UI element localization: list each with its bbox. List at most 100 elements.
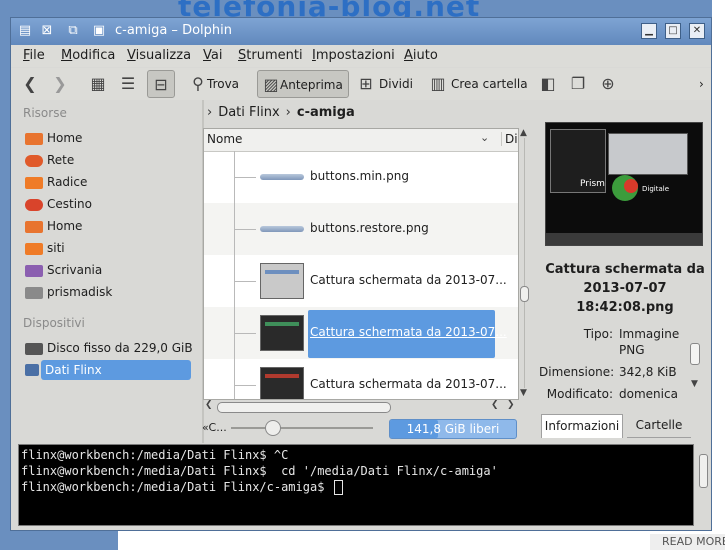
- forward-arrow-icon: ❯: [53, 74, 67, 93]
- menu-strumenti[interactable]: Strumenti: [238, 48, 303, 64]
- scroll-thumb[interactable]: [699, 454, 708, 488]
- column-name-header[interactable]: Nome: [207, 132, 242, 146]
- forward-button[interactable]: ❯: [51, 70, 69, 98]
- folder-app-icon: ▣: [92, 23, 106, 38]
- search-button[interactable]: ⚲ Trova: [189, 70, 239, 98]
- file-row[interactable]: buttons.restore.png: [204, 203, 518, 255]
- scroll-down-icon[interactable]: ▼: [691, 379, 698, 389]
- menu-vai[interactable]: Vai: [203, 48, 222, 64]
- preview-logo-inner: [624, 179, 638, 193]
- section-dispositivi: Dispositivi: [23, 316, 85, 330]
- file-row[interactable]: Cattura schermata da 2013-07...: [204, 359, 518, 399]
- place-prismadisk[interactable]: prismadisk: [19, 282, 193, 302]
- split-button[interactable]: ⊞ Dividi: [357, 70, 413, 98]
- new-folder-label: Crea cartella: [451, 77, 528, 91]
- breadcrumb-root-arrow[interactable]: ›: [207, 105, 212, 120]
- desktop-icon[interactable]: ⧉: [65, 23, 81, 39]
- sort-down-icon[interactable]: ⌄: [480, 131, 489, 144]
- file-list-vscrollbar[interactable]: ▲ ▼: [518, 128, 530, 400]
- zoom-slider[interactable]: [231, 427, 373, 429]
- tree-branch: [234, 333, 256, 334]
- place-home[interactable]: Home: [19, 128, 193, 148]
- place-scrivania[interactable]: Scrivania: [19, 260, 193, 280]
- tab-informazioni[interactable]: Informazioni: [541, 414, 623, 438]
- minimize-button[interactable]: ▁: [641, 23, 657, 39]
- file-thumbnail: [260, 174, 304, 180]
- info-scrollbar[interactable]: ▼: [690, 327, 700, 397]
- free-space-bar: 141,8 GiB liberi: [389, 419, 517, 439]
- keep-below-icon[interactable]: ⊠: [39, 23, 55, 39]
- terminal-scrollbar[interactable]: [697, 444, 709, 526]
- scroll-up-icon[interactable]: ▲: [520, 128, 527, 138]
- place-label: prismadisk: [47, 285, 113, 299]
- file-list-hscrollbar[interactable]: ❮ ❮ ❯: [203, 400, 519, 414]
- file-name: buttons.min.png: [310, 169, 409, 183]
- menu-aiuto[interactable]: Aiuto: [404, 48, 438, 64]
- compact-view-button[interactable]: ☰: [119, 70, 137, 98]
- menu-visualizza[interactable]: Visualizza: [127, 48, 191, 64]
- read-more-link[interactable]: READ MORE: [650, 534, 725, 550]
- menu-modifica[interactable]: Modifica: [61, 48, 115, 64]
- places-panel: Risorse Home Rete Radice Cestino Home si…: [15, 100, 197, 443]
- icons-view-button[interactable]: ▦: [89, 70, 107, 98]
- device-disco-fisso[interactable]: Disco fisso da 229,0 GiB: [19, 338, 193, 358]
- copy-button[interactable]: ❐: [569, 70, 587, 98]
- scroll-thumb[interactable]: [520, 286, 529, 302]
- grid-view-icon: ▦: [90, 74, 106, 93]
- place-label: Home: [47, 131, 83, 145]
- scroll-thumb[interactable]: [690, 343, 700, 365]
- title-bar[interactable]: ▤ ⊠ ⧉ ▣ c-amiga – Dolphin ▁ □ ✕: [11, 18, 711, 45]
- file-name: buttons.restore.png: [310, 221, 429, 235]
- scroll-left-icon[interactable]: ❮: [205, 400, 213, 410]
- device-dati-flinx[interactable]: Dati Flinx: [41, 360, 191, 380]
- scroll-down-icon[interactable]: ▼: [520, 388, 527, 398]
- tree-branch: [234, 281, 256, 282]
- place-radice[interactable]: Radice: [19, 172, 193, 192]
- split-label: Dividi: [379, 77, 413, 91]
- terminal-prompt-line: flinx@workbench:/media/Dati Flinx/c-amig…: [21, 479, 343, 495]
- meta-modificato-value: domenica: [619, 387, 678, 401]
- zoom-slider-handle[interactable]: [265, 420, 281, 436]
- panel-button[interactable]: ◧: [539, 70, 557, 98]
- breadcrumb-separator[interactable]: ›: [286, 105, 291, 120]
- file-row[interactable]: buttons.min.png: [204, 151, 518, 203]
- zoom-button[interactable]: ⊕: [599, 70, 617, 98]
- scroll-right-icon[interactable]: ❯: [507, 400, 515, 410]
- tree-branch: [234, 177, 256, 178]
- scroll-left-icon[interactable]: ❮: [491, 400, 499, 410]
- file-name: Cattura schermata da 2013-07...: [310, 325, 507, 339]
- file-row-selected[interactable]: Cattura schermata da 2013-07...: [204, 307, 518, 359]
- close-button[interactable]: ✕: [689, 23, 705, 39]
- breadcrumb-parent[interactable]: Dati Flinx: [218, 105, 279, 120]
- place-home-2[interactable]: Home: [19, 216, 193, 236]
- search-icon: ⚲: [192, 74, 204, 93]
- place-cestino[interactable]: Cestino: [19, 194, 193, 214]
- tree-view-icon: ⊟: [154, 75, 168, 94]
- preview-button[interactable]: ▨Anteprima: [257, 70, 349, 98]
- details-view-button[interactable]: ⊟: [147, 70, 175, 98]
- file-list: Nome ⌄ Dir buttons.min.png buttons.resto…: [203, 128, 519, 400]
- new-folder-button[interactable]: ▥ Crea cartella: [429, 70, 528, 98]
- toolbar-overflow-button[interactable]: ›: [699, 70, 704, 98]
- menu-file[interactable]: File: [23, 48, 45, 64]
- breadcrumb-current[interactable]: c-amiga: [297, 105, 355, 120]
- scroll-thumb[interactable]: [217, 402, 391, 413]
- information-panel: Prism Digitale Cattura schermata da 2013…: [539, 100, 711, 440]
- tab-cartelle[interactable]: Cartelle: [627, 414, 691, 438]
- place-label: Rete: [47, 153, 75, 167]
- maximize-button[interactable]: □: [665, 23, 681, 39]
- place-label: Home: [47, 219, 83, 233]
- menu-impostazioni[interactable]: Impostazioni: [312, 48, 395, 64]
- terminal-line: flinx@workbench:/media/Dati Flinx/c-amig…: [21, 480, 332, 494]
- place-rete[interactable]: Rete: [19, 150, 193, 170]
- file-row[interactable]: Cattura schermata da 2013-07...: [204, 255, 518, 307]
- column-dir-header[interactable]: Dir: [501, 132, 518, 146]
- back-button[interactable]: ❮: [21, 70, 39, 98]
- terminal-panel[interactable]: flinx@workbench:/media/Dati Flinx$ ^C fl…: [18, 444, 694, 526]
- meta-dimensione-value: 342,8 KiB: [619, 365, 677, 379]
- place-siti[interactable]: siti: [19, 238, 193, 258]
- zoom-in-icon: ⊕: [601, 74, 615, 93]
- window-menu-icon[interactable]: ▤: [17, 23, 33, 39]
- scroll-track[interactable]: [524, 138, 525, 388]
- place-label: Cestino: [47, 197, 92, 211]
